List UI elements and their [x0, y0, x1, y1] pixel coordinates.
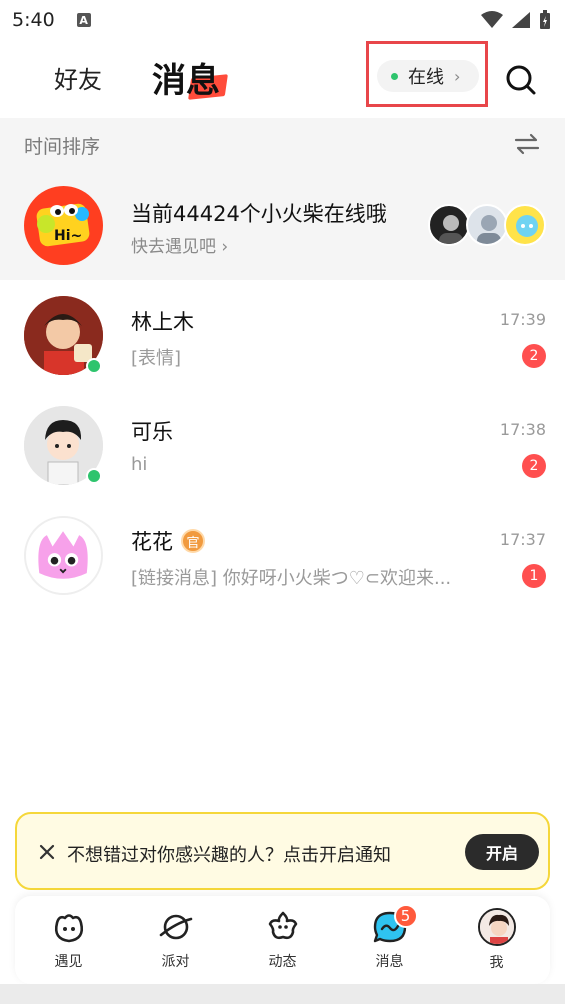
online-status-highlight-box: 在线 › [366, 41, 488, 107]
message-preview: [链接消息] 你好呀小火柴つ♡⊂欢迎来... [131, 568, 452, 589]
nav-unread-badge: 5 [393, 904, 418, 928]
signal-icon [512, 12, 530, 28]
conversation-item[interactable]: 可乐 hi 17:38 2 [0, 390, 565, 500]
status-bar: 5:40 A [0, 0, 565, 40]
banner-avatar-text: Hi~ [54, 228, 83, 244]
wifi-icon [481, 11, 503, 28]
contact-name: 林上木 [131, 306, 194, 336]
contact-name: 可乐 [131, 416, 173, 446]
contact-name-text: 花花 [131, 530, 173, 554]
nav-item-profile[interactable]: 我 [452, 896, 542, 984]
battery-icon [540, 10, 550, 29]
online-label: 在线 [408, 67, 444, 88]
mini-avatar [428, 204, 470, 246]
online-count-banner[interactable]: Hi~ 当前44424个小火柴在线哦 快去遇见吧 › [0, 170, 565, 280]
chevron-right-icon: › [454, 66, 461, 86]
mini-avatar [504, 204, 546, 246]
contact-name: 花花 官 [131, 526, 205, 556]
bottom-navigation: 遇见 派对 动态 消息 5 我 [15, 896, 550, 984]
message-preview: hi [131, 454, 148, 475]
gesture-bar-area [0, 984, 565, 1004]
nav-label: 遇见 [54, 954, 83, 970]
unread-badge: 1 [522, 564, 546, 588]
notification-app-icon: A [76, 13, 91, 27]
message-time: 17:37 [499, 530, 546, 549]
nav-item-messages[interactable]: 消息 5 [345, 896, 435, 984]
nav-item-feed[interactable]: 动态 [238, 896, 328, 984]
nav-label: 动态 [268, 954, 297, 970]
nav-label: 我 [489, 955, 504, 971]
banner-avatar: Hi~ [24, 186, 103, 265]
unread-badge: 2 [522, 344, 546, 368]
sort-bar: 时间排序 [0, 118, 565, 170]
online-users-avatars [428, 204, 548, 246]
message-preview: [表情] [131, 348, 182, 369]
conversation-item[interactable]: 花花 官 [链接消息] 你好呀小火柴つ♡⊂欢迎来... 17:37 1 [0, 500, 565, 610]
avatar[interactable] [24, 516, 103, 595]
contact-name-text: 林上木 [131, 310, 194, 334]
status-icons [481, 10, 551, 30]
search-icon[interactable] [503, 62, 539, 98]
contact-name-text: 可乐 [131, 420, 173, 444]
unread-badge: 2 [522, 454, 546, 478]
online-status-button[interactable]: 在线 › [377, 60, 479, 92]
flower-icon [268, 911, 297, 940]
enable-notification-button[interactable]: 开启 [465, 834, 539, 870]
planet-icon [159, 914, 192, 940]
banner-subtitle[interactable]: 快去遇见吧 › [131, 232, 228, 257]
swap-sort-icon[interactable] [514, 132, 540, 156]
mini-avatar [466, 204, 508, 246]
tab-friends[interactable]: 好友 [54, 60, 102, 95]
nav-label: 消息 [375, 954, 404, 970]
banner-title: 当前44424个小火柴在线哦 [131, 202, 387, 226]
meet-icon [54, 914, 83, 943]
status-time: 5:40 [12, 9, 55, 31]
conversation-item[interactable]: 林上木 [表情] 17:39 2 [0, 280, 565, 390]
close-icon[interactable] [37, 842, 57, 862]
official-badge: 官 [181, 529, 205, 553]
profile-avatar [477, 908, 516, 946]
tab-messages[interactable]: 消息 [152, 53, 220, 102]
notification-prompt-text: 不想错过对你感兴趣的人？点击开启通知 [67, 845, 391, 866]
header: 好友 消息 在线 › [0, 40, 565, 118]
online-status-dot [86, 468, 102, 484]
nav-item-meet[interactable]: 遇见 [24, 896, 114, 984]
hi-mascot-icon [36, 203, 90, 247]
sort-label[interactable]: 时间排序 [24, 132, 100, 159]
nav-label: 派对 [161, 954, 190, 970]
online-dot-icon [391, 72, 398, 80]
notification-prompt: 不想错过对你感兴趣的人？点击开启通知 开启 [15, 812, 550, 890]
nav-item-party[interactable]: 派对 [131, 896, 221, 984]
message-time: 17:39 [499, 310, 546, 329]
online-status-dot [86, 358, 102, 374]
message-time: 17:38 [499, 420, 546, 439]
